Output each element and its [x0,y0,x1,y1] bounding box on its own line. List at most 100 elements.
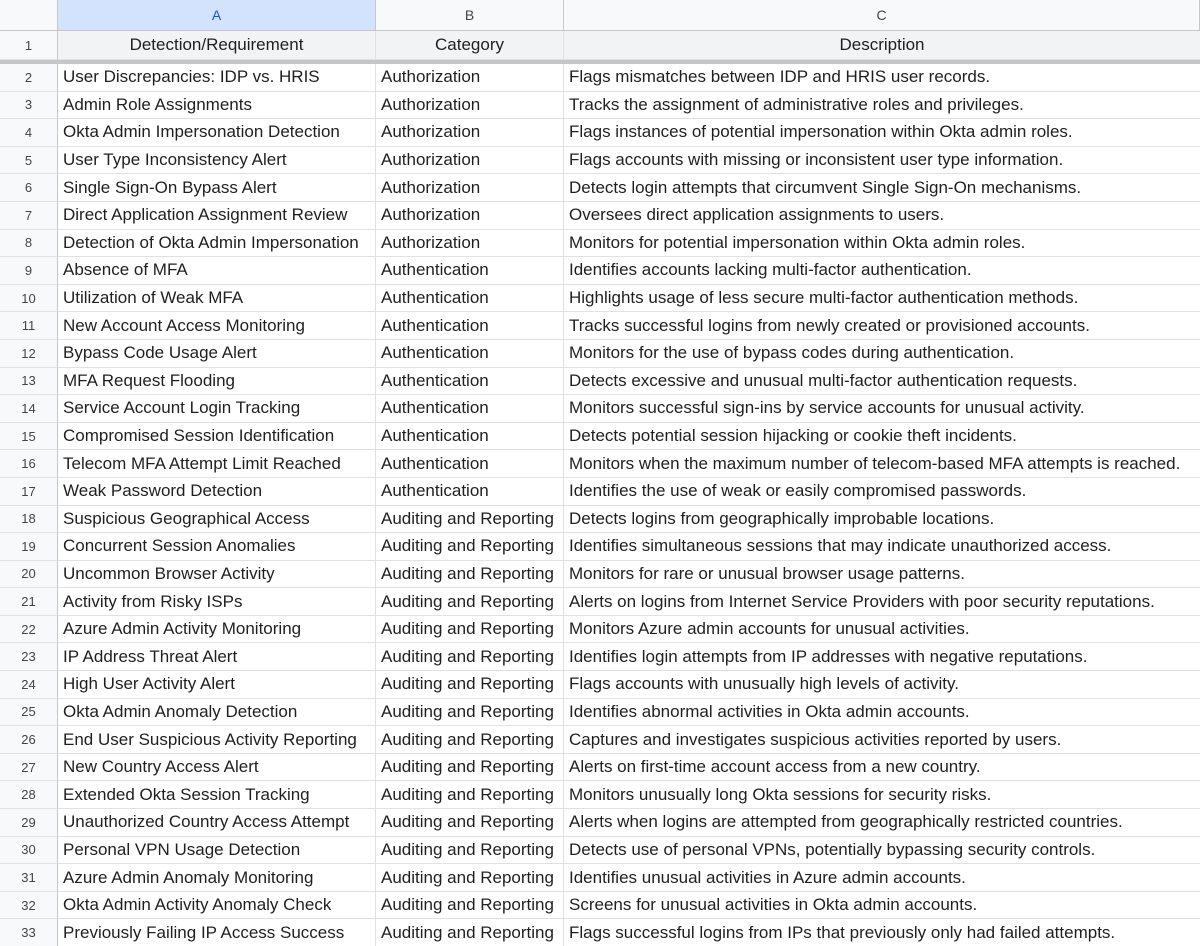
row-number[interactable]: 19 [0,533,58,561]
detection-cell[interactable]: Compromised Session Identification [58,422,376,451]
row-number[interactable]: 17 [0,477,58,506]
row-number[interactable]: 24 [0,671,58,699]
category-cell[interactable]: Auditing and Reporting [376,588,564,616]
category-cell[interactable]: Authentication [376,284,564,313]
description-cell[interactable]: Flags instances of potential impersonati… [564,119,1200,147]
category-cell[interactable]: Auditing and Reporting [376,809,564,837]
description-cell[interactable]: Monitors for the use of bypass codes dur… [564,340,1200,368]
detection-cell[interactable]: End User Suspicious Activity Reporting [58,726,376,754]
row-number[interactable]: 7 [0,201,58,230]
row-number[interactable]: 18 [0,505,58,534]
row-number[interactable]: 15 [0,422,58,451]
category-cell[interactable]: Auditing and Reporting [376,864,564,892]
row-number[interactable]: 9 [0,257,58,285]
category-cell[interactable]: Authentication [376,367,564,396]
description-cell[interactable]: Flags successful logins from IPs that pr… [564,919,1200,946]
category-cell[interactable]: Authorization [376,146,564,175]
detection-cell[interactable]: Telecom MFA Attempt Limit Reached [58,450,376,478]
category-cell[interactable]: Auditing and Reporting [376,643,564,672]
detection-cell[interactable]: Service Account Login Tracking [58,395,376,423]
category-cell[interactable]: Authentication [376,477,564,506]
description-cell[interactable]: Identifies simultaneous sessions that ma… [564,533,1200,561]
row-number[interactable]: 23 [0,643,58,672]
detection-cell[interactable]: Okta Admin Activity Anomaly Check [58,891,376,920]
category-cell[interactable]: Auditing and Reporting [376,836,564,865]
category-cell[interactable]: Authentication [376,339,564,368]
description-cell[interactable]: Monitors when the maximum number of tele… [564,450,1200,478]
category-cell[interactable]: Auditing and Reporting [376,698,564,727]
row-number[interactable]: 14 [0,395,58,423]
detection-cell[interactable]: Okta Admin Impersonation Detection [58,119,376,147]
row-number[interactable]: 20 [0,560,58,589]
row-number[interactable]: 12 [0,339,58,368]
column-header-c[interactable]: C [564,0,1200,31]
row-number[interactable]: 6 [0,174,58,202]
category-cell[interactable]: Auditing and Reporting [376,919,564,946]
detection-cell[interactable]: Activity from Risky ISPs [58,588,376,616]
category-cell[interactable]: Auditing and Reporting [376,615,564,644]
detection-cell[interactable]: Single Sign-On Bypass Alert [58,174,376,202]
row-number[interactable]: 5 [0,146,58,175]
detection-cell[interactable]: High User Activity Alert [58,671,376,699]
detection-cell[interactable]: Uncommon Browser Activity [58,560,376,589]
detection-cell[interactable]: IP Address Threat Alert [58,643,376,672]
description-cell[interactable]: Identifies accounts lacking multi-factor… [564,257,1200,285]
detection-cell[interactable]: Suspicious Geographical Access [58,505,376,534]
detection-cell[interactable]: Okta Admin Anomaly Detection [58,698,376,727]
description-cell[interactable]: Highlights usage of less secure multi-fa… [564,285,1200,313]
category-cell[interactable]: Authorization [376,91,564,120]
detection-cell[interactable]: Azure Admin Activity Monitoring [58,615,376,644]
description-cell[interactable]: Captures and investigates suspicious act… [564,726,1200,754]
description-cell[interactable]: Identifies unusual activities in Azure a… [564,864,1200,892]
detection-cell[interactable]: Previously Failing IP Access Success [58,919,376,946]
header-description-cell[interactable]: Description [564,31,1200,60]
description-cell[interactable]: Tracks successful logins from newly crea… [564,312,1200,340]
detection-cell[interactable]: Unauthorized Country Access Attempt [58,809,376,837]
category-cell[interactable]: Authentication [376,422,564,451]
detection-cell[interactable]: Extended Okta Session Tracking [58,781,376,810]
row-number[interactable]: 8 [0,229,58,258]
row-number[interactable]: 21 [0,588,58,616]
description-cell[interactable]: Screens for unusual activities in Okta a… [564,892,1200,920]
description-cell[interactable]: Flags accounts with missing or inconsist… [564,147,1200,175]
description-cell[interactable]: Alerts on logins from Internet Service P… [564,588,1200,616]
category-cell[interactable]: Authorization [376,119,564,147]
detection-cell[interactable]: Direct Application Assignment Review [58,201,376,230]
description-cell[interactable]: Identifies the use of weak or easily com… [564,478,1200,506]
description-cell[interactable]: Detects excessive and unusual multi-fact… [564,368,1200,396]
description-cell[interactable]: Alerts when logins are attempted from ge… [564,809,1200,837]
category-cell[interactable]: Authentication [376,312,564,340]
row-number[interactable]: 31 [0,864,58,892]
category-cell[interactable]: Auditing and Reporting [376,781,564,810]
category-cell[interactable]: Auditing and Reporting [376,505,564,534]
description-cell[interactable]: Detects use of personal VPNs, potentiall… [564,837,1200,865]
description-cell[interactable]: Monitors successful sign-ins by service … [564,395,1200,423]
detection-cell[interactable]: User Discrepancies: IDP vs. HRIS [58,64,376,92]
row-number[interactable]: 22 [0,615,58,644]
header-category-cell[interactable]: Category [376,31,564,60]
detection-cell[interactable]: Azure Admin Anomaly Monitoring [58,864,376,892]
detection-cell[interactable]: Absence of MFA [58,257,376,285]
row-number[interactable]: 29 [0,809,58,837]
description-cell[interactable]: Detects potential session hijacking or c… [564,423,1200,451]
detection-cell[interactable]: Personal VPN Usage Detection [58,836,376,865]
detection-cell[interactable]: New Account Access Monitoring [58,312,376,340]
detection-cell[interactable]: User Type Inconsistency Alert [58,146,376,175]
row-number[interactable]: 32 [0,891,58,920]
detection-cell[interactable]: MFA Request Flooding [58,367,376,396]
row-number[interactable]: 3 [0,91,58,120]
description-cell[interactable]: Monitors for potential impersonation wit… [564,230,1200,258]
category-cell[interactable]: Auditing and Reporting [376,533,564,561]
detection-cell[interactable]: Weak Password Detection [58,477,376,506]
description-cell[interactable]: Oversees direct application assignments … [564,202,1200,230]
description-cell[interactable]: Monitors Azure admin accounts for unusua… [564,616,1200,644]
header-detection-cell[interactable]: Detection/Requirement [58,31,376,60]
description-cell[interactable]: Monitors for rare or unusual browser usa… [564,561,1200,589]
description-cell[interactable]: Identifies abnormal activities in Okta a… [564,699,1200,727]
description-cell[interactable]: Alerts on first-time account access from… [564,754,1200,782]
category-cell[interactable]: Authorization [376,229,564,258]
description-cell[interactable]: Detects login attempts that circumvent S… [564,174,1200,202]
detection-cell[interactable]: Detection of Okta Admin Impersonation [58,229,376,258]
row-number[interactable]: 28 [0,781,58,810]
description-cell[interactable]: Monitors unusually long Okta sessions fo… [564,781,1200,810]
